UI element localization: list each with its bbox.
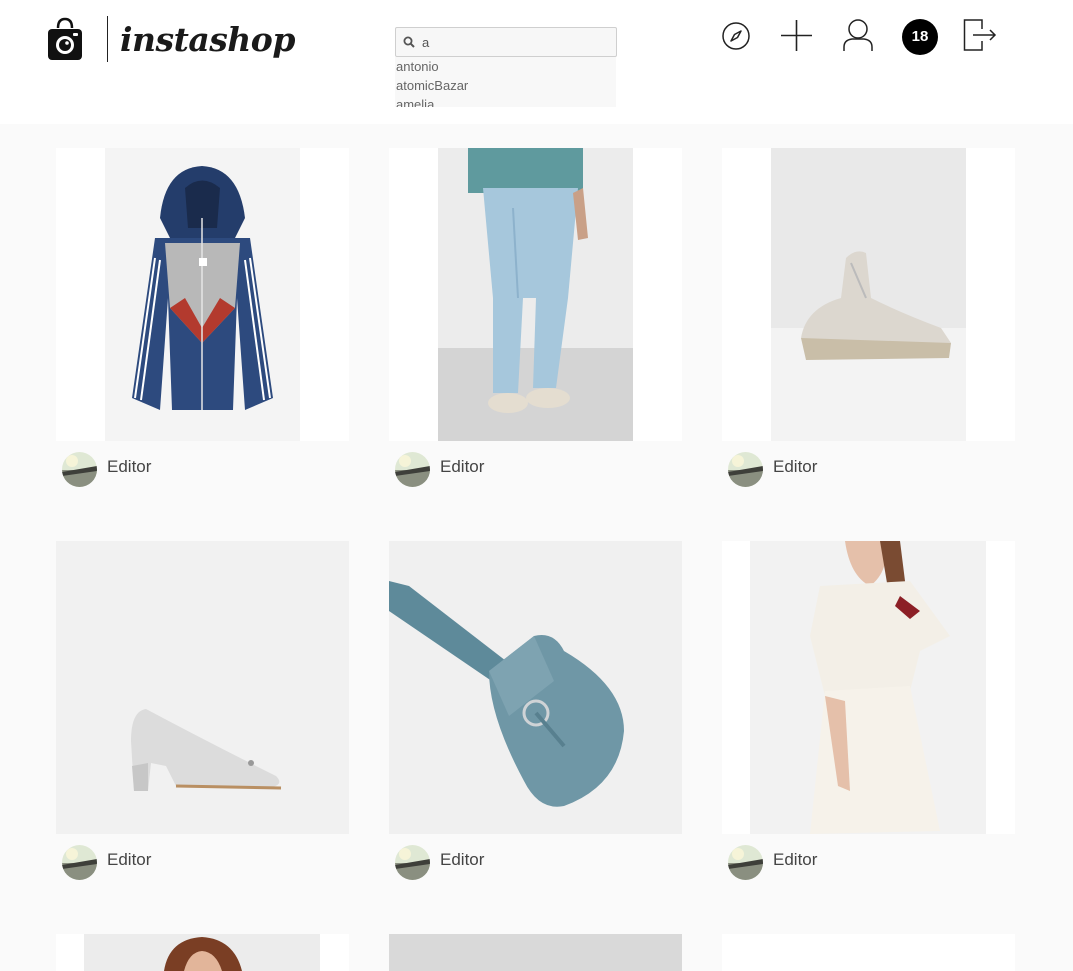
post-author[interactable]: Editor [107,457,151,477]
search-box[interactable] [395,27,617,57]
avatar[interactable] [62,845,97,880]
post-author[interactable]: Editor [440,457,484,477]
search-icon [403,36,415,48]
top-header: instashop antonio atomicBazar amelia 18 [0,0,1073,124]
post-card[interactable] [389,934,682,971]
product-image[interactable] [722,148,1015,441]
product-image[interactable] [56,934,349,971]
plus-icon[interactable] [780,19,813,52]
product-image[interactable] [56,148,349,441]
suggestion-item[interactable]: atomicBazar [395,76,616,95]
post-author[interactable]: Editor [107,850,151,870]
product-image[interactable] [722,934,1015,971]
avatar[interactable] [728,452,763,487]
bag-illustration [389,581,624,807]
avatar[interactable] [395,845,430,880]
sneaker-illustration [771,251,966,441]
logo[interactable]: instashop [47,16,295,62]
avatar[interactable] [62,452,97,487]
search-input[interactable] [422,32,612,52]
product-image[interactable] [722,541,1015,834]
product-image[interactable] [389,934,682,971]
logo-divider [107,16,108,62]
suggestion-item[interactable]: antonio [395,57,616,76]
product-image[interactable] [389,541,682,834]
post-card[interactable]: Editor [389,541,682,886]
post-card[interactable] [56,934,349,971]
logout-icon[interactable] [963,18,997,52]
avatar[interactable] [728,845,763,880]
jacket-illustration [132,166,273,410]
dress-illustration [810,541,950,834]
compass-icon[interactable] [721,21,751,51]
product-feed: Editor Editor Editor Editor Editor Edito… [0,124,1073,971]
shopping-bag-camera-icon [48,17,82,60]
post-card[interactable] [722,934,1015,971]
post-card[interactable]: Editor [722,148,1015,493]
post-author[interactable]: Editor [440,850,484,870]
post-card[interactable]: Editor [389,148,682,493]
post-author[interactable]: Editor [773,457,817,477]
post-card[interactable]: Editor [722,541,1015,886]
search-suggestions: antonio atomicBazar amelia [395,57,616,107]
jeans-illustration [438,148,633,441]
post-card[interactable]: Editor [56,148,349,493]
notifications-badge[interactable]: 18 [902,19,938,55]
product-image[interactable] [389,148,682,441]
post-card[interactable]: Editor [56,541,349,886]
suggestion-item[interactable]: amelia [395,95,616,107]
avatar[interactable] [395,452,430,487]
heel-illustration [131,709,282,791]
post-author[interactable]: Editor [773,850,817,870]
portrait-illustration [164,937,242,971]
app-name: instashop [120,20,295,59]
product-image[interactable] [56,541,349,834]
user-icon[interactable] [842,18,874,52]
